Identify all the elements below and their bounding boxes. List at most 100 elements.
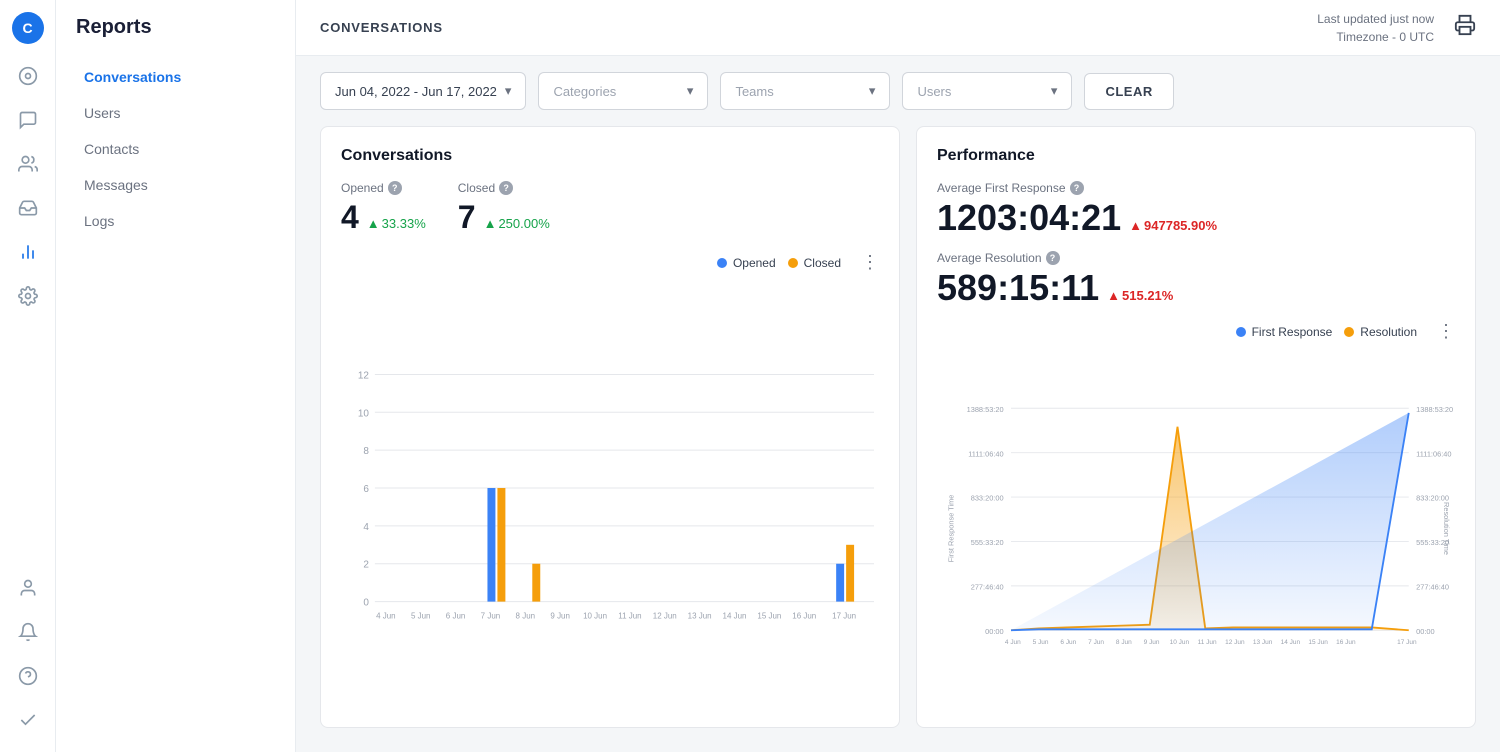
svg-text:17 Jun: 17 Jun [1397, 639, 1417, 646]
inbox-icon[interactable] [8, 188, 48, 228]
svg-text:First Response Time: First Response Time [947, 495, 956, 563]
bar-chart-svg: 12 10 8 6 4 2 0 [341, 281, 879, 707]
svg-text:9 Jun: 9 Jun [550, 612, 570, 621]
closed-dot [788, 258, 798, 268]
svg-text:1388:53:20: 1388:53:20 [967, 405, 1004, 414]
svg-text:833:20:00: 833:20:00 [971, 494, 1004, 503]
icon-strip: C [0, 0, 56, 752]
dashboard-icon[interactable] [8, 56, 48, 96]
help-icon[interactable] [8, 656, 48, 696]
legend-closed: Closed [788, 256, 841, 270]
categories-chevron: ▾ [687, 83, 694, 99]
conversations-card-title: Conversations [341, 147, 879, 165]
svg-text:00:00: 00:00 [985, 627, 1004, 636]
svg-text:14 Jun: 14 Jun [723, 612, 747, 621]
main-content: CONVERSATIONS Last updated just now Time… [296, 0, 1500, 752]
legend-opened: Opened [717, 256, 776, 270]
svg-text:17 Jun: 17 Jun [832, 612, 856, 621]
opened-dot [717, 258, 727, 268]
opened-stat: Opened ? 4 ▲ 33.33% [341, 181, 426, 236]
svg-text:Resolution Time: Resolution Time [1442, 502, 1451, 555]
line-chart-container: 1388:53:20 1111:06:40 833:20:00 555:33:2… [937, 350, 1455, 707]
reports-icon[interactable] [8, 232, 48, 272]
nav-item-messages[interactable]: Messages [64, 167, 287, 203]
nav-item-conversations[interactable]: Conversations [64, 59, 287, 95]
svg-text:13 Jun: 13 Jun [688, 612, 712, 621]
content-area: Conversations Opened ? 4 ▲ 33.33% [296, 126, 1500, 752]
svg-text:6 Jun: 6 Jun [1060, 639, 1076, 646]
nav-item-contacts[interactable]: Contacts [64, 131, 287, 167]
user-bottom-icon[interactable] [8, 568, 48, 608]
svg-text:8 Jun: 8 Jun [1116, 639, 1132, 646]
nav-item-users[interactable]: Users [64, 95, 287, 131]
clear-button[interactable]: CLEAR [1084, 73, 1173, 110]
bar-closed-7jun [497, 488, 505, 602]
svg-text:8: 8 [363, 446, 369, 457]
svg-text:10 Jun: 10 Jun [1170, 639, 1190, 646]
line-chart-svg: 1388:53:20 1111:06:40 833:20:00 555:33:2… [937, 350, 1455, 707]
filter-bar: Jun 04, 2022 - Jun 17, 2022 ▾ Categories… [296, 56, 1500, 126]
print-icon[interactable] [1454, 14, 1476, 41]
svg-text:1111:06:40: 1111:06:40 [968, 449, 1003, 458]
bar-opened-7jun [487, 488, 495, 602]
avatar[interactable]: C [12, 12, 44, 44]
svg-text:16 Jun: 16 Jun [792, 612, 816, 621]
teams-filter[interactable]: Teams ▾ [720, 72, 890, 110]
svg-text:277:46:40: 277:46:40 [1416, 583, 1449, 592]
svg-text:11 Jun: 11 Jun [618, 612, 641, 621]
first-response-change: ▲ 947785.90% [1129, 218, 1217, 233]
performance-card: Performance Average First Response ? 120… [916, 126, 1476, 728]
reports-heading: Reports [56, 16, 295, 59]
svg-text:7 Jun: 7 Jun [481, 612, 501, 621]
svg-text:6 Jun: 6 Jun [446, 612, 466, 621]
last-updated: Last updated just now Timezone - 0 UTC [1317, 10, 1434, 46]
left-nav: Reports Conversations Users Contacts Mes… [56, 0, 296, 752]
svg-text:10: 10 [358, 408, 370, 419]
svg-text:4 Jun: 4 Jun [1005, 639, 1021, 646]
bar-closed-8jun [532, 564, 540, 602]
svg-text:1111:06:40: 1111:06:40 [1416, 449, 1451, 458]
svg-text:277:46:40: 277:46:40 [971, 583, 1004, 592]
users-filter[interactable]: Users ▾ [902, 72, 1072, 110]
svg-text:1388:53:20: 1388:53:20 [1416, 405, 1453, 414]
date-range-filter[interactable]: Jun 04, 2022 - Jun 17, 2022 ▾ [320, 72, 526, 110]
svg-text:5 Jun: 5 Jun [411, 612, 431, 621]
svg-text:14 Jun: 14 Jun [1281, 639, 1301, 646]
settings-icon[interactable] [8, 276, 48, 316]
nav-item-logs[interactable]: Logs [64, 203, 287, 239]
closed-change: ▲ 250.00% [484, 216, 550, 231]
svg-text:00:00: 00:00 [1416, 627, 1435, 636]
users-chevron: ▾ [1051, 83, 1058, 99]
svg-text:5 Jun: 5 Jun [1033, 639, 1049, 646]
svg-text:12 Jun: 12 Jun [653, 612, 677, 621]
performance-card-title: Performance [937, 147, 1455, 165]
svg-text:12: 12 [358, 370, 370, 381]
closed-help-icon: ? [499, 181, 513, 195]
closed-stat: Closed ? 7 ▲ 250.00% [458, 181, 550, 236]
svg-text:12 Jun: 12 Jun [1225, 639, 1245, 646]
page-title: CONVERSATIONS [320, 20, 443, 35]
legend-resolution: Resolution [1344, 325, 1417, 339]
svg-text:15 Jun: 15 Jun [757, 612, 781, 621]
conversations-icon[interactable] [8, 100, 48, 140]
first-response-help-icon: ? [1070, 181, 1084, 195]
svg-text:10 Jun: 10 Jun [583, 612, 607, 621]
svg-text:15 Jun: 15 Jun [1308, 639, 1328, 646]
teams-chevron: ▾ [869, 83, 876, 99]
svg-text:2: 2 [363, 560, 369, 571]
check-icon[interactable] [8, 700, 48, 740]
svg-text:555:33:20: 555:33:20 [971, 538, 1004, 547]
date-range-chevron: ▾ [505, 83, 512, 99]
bar-closed-17jun [846, 545, 854, 602]
bar-opened-17jun [836, 564, 844, 602]
opened-change: ▲ 33.33% [367, 216, 426, 231]
svg-text:6: 6 [363, 484, 369, 495]
svg-text:0: 0 [363, 598, 369, 609]
resolution-help-icon: ? [1046, 251, 1060, 265]
svg-text:9 Jun: 9 Jun [1144, 639, 1160, 646]
categories-filter[interactable]: Categories ▾ [538, 72, 708, 110]
contacts-icon[interactable] [8, 144, 48, 184]
perf-chart-more-button[interactable]: ⋮ [1437, 321, 1455, 342]
chart-more-button[interactable]: ⋮ [861, 252, 879, 273]
notification-icon[interactable] [8, 612, 48, 652]
